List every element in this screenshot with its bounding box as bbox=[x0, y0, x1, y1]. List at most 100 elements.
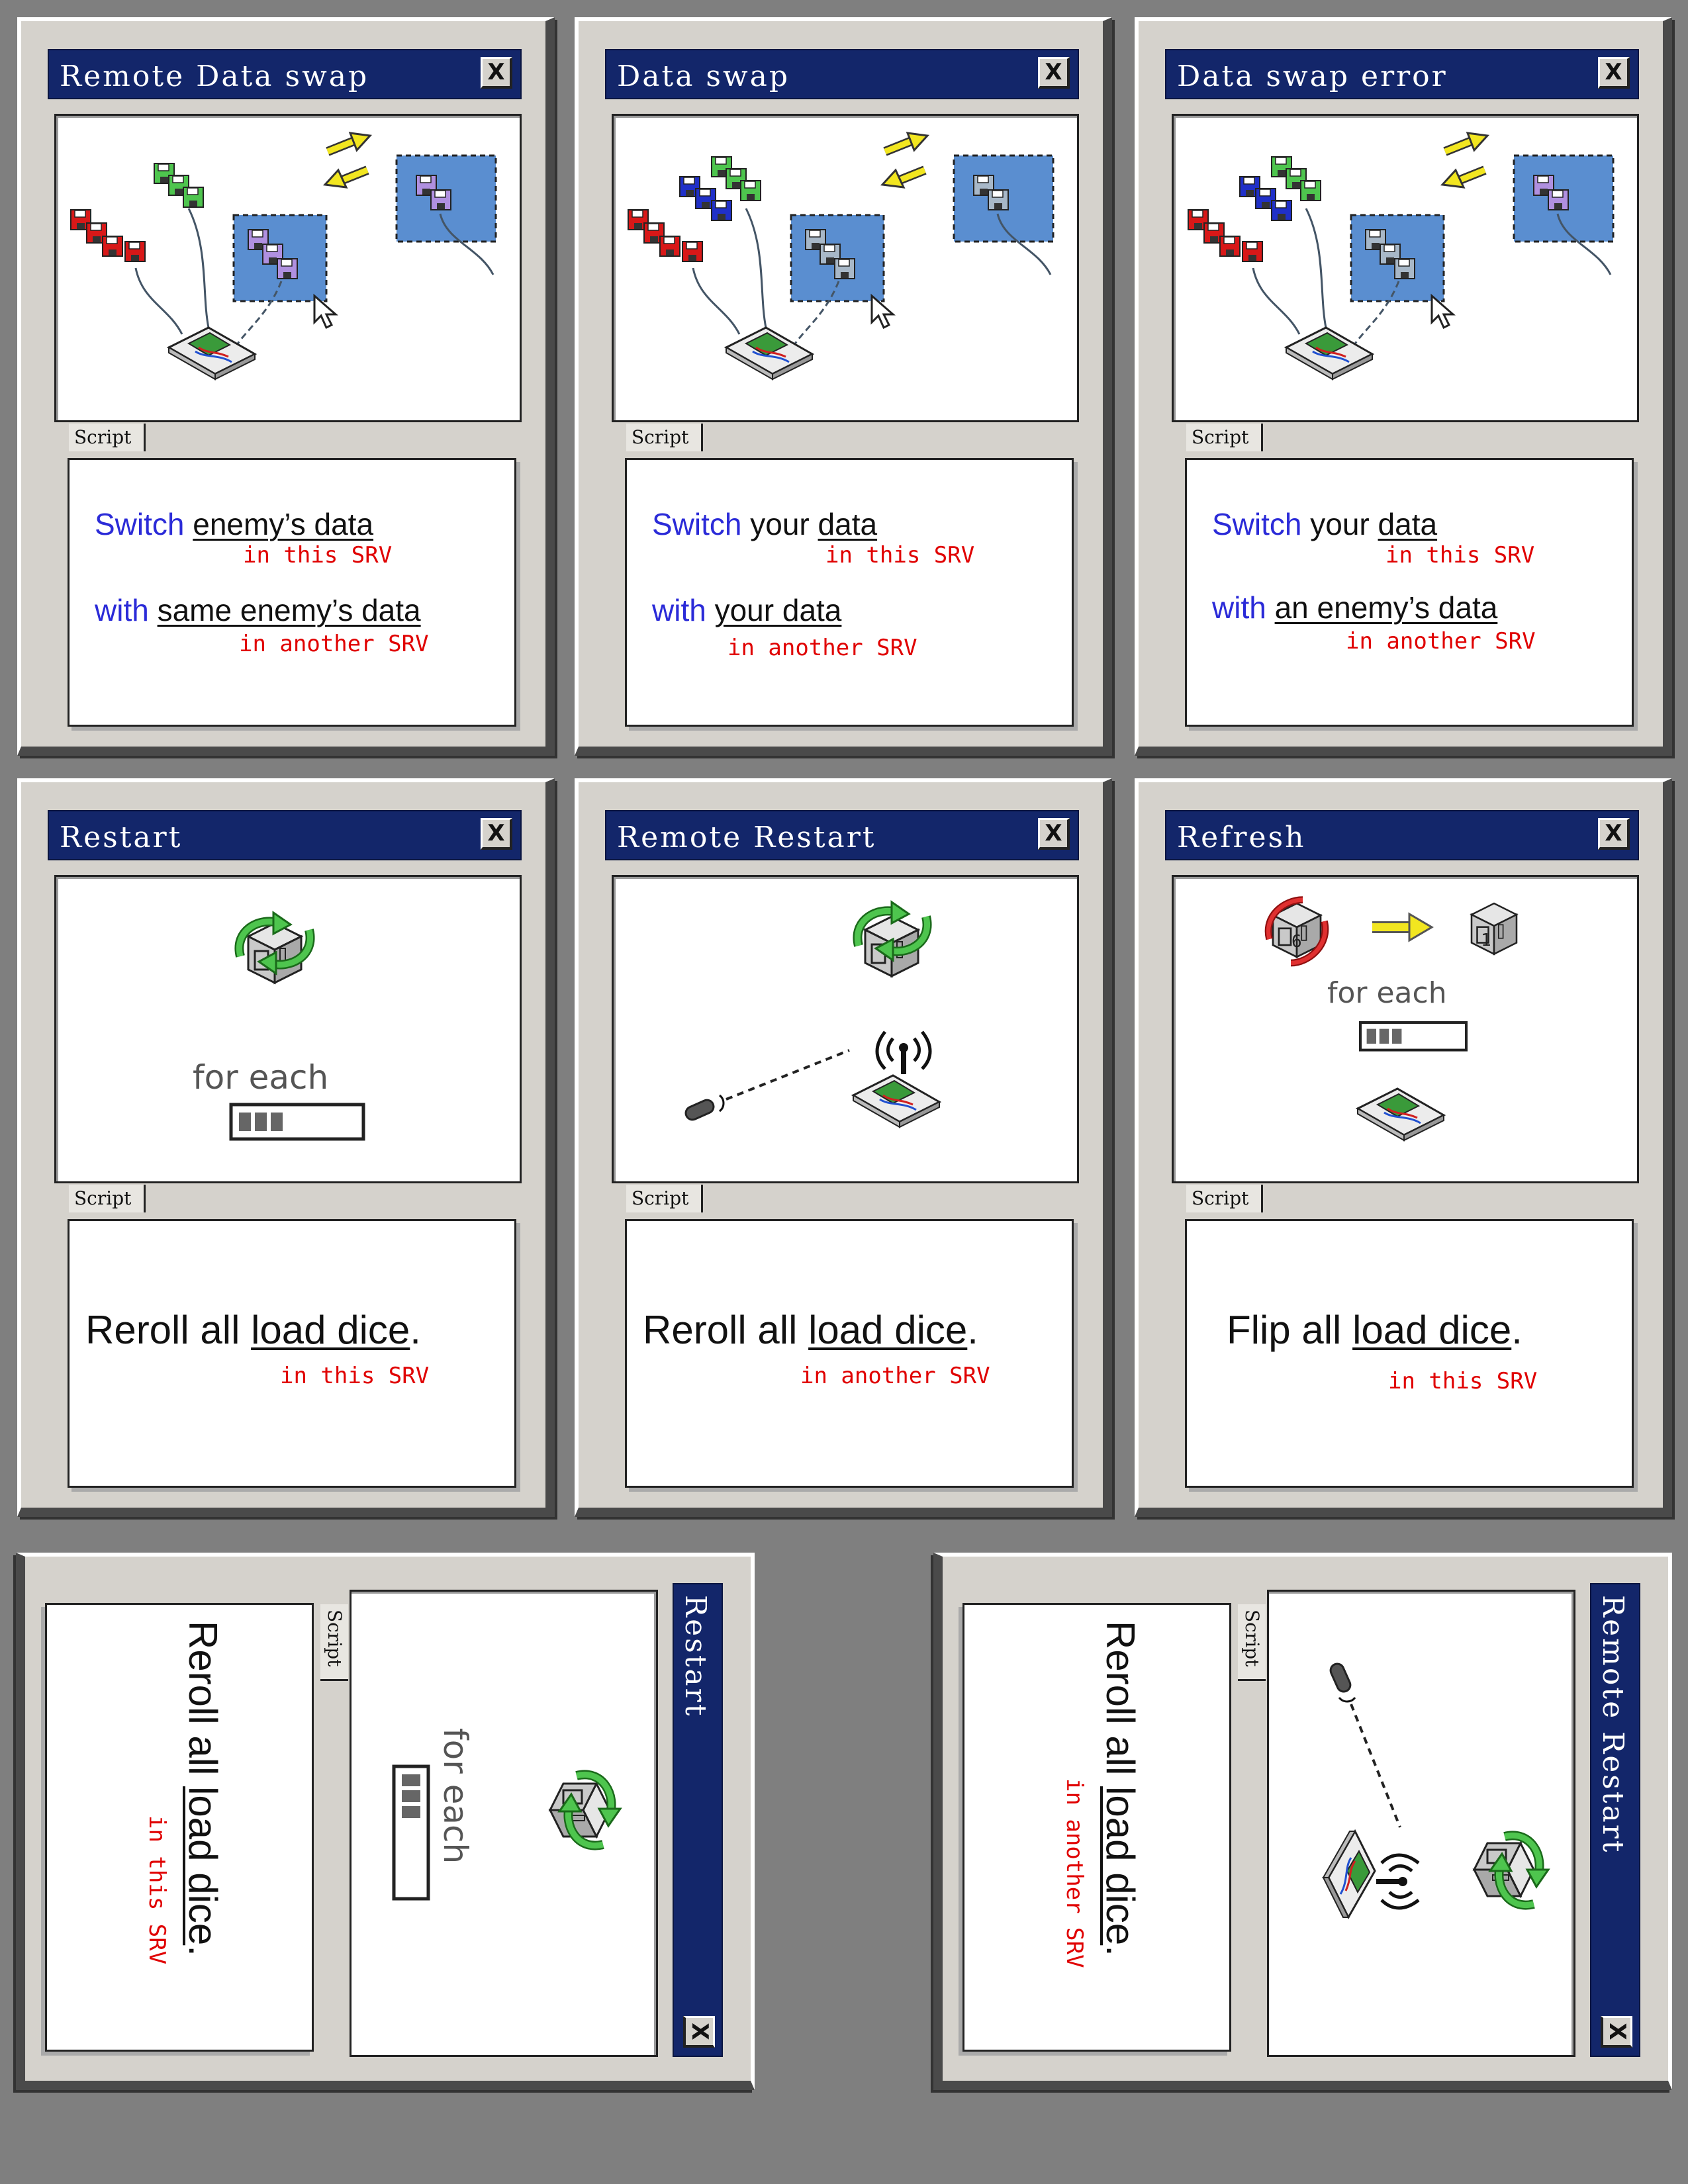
period: . bbox=[967, 1308, 978, 1352]
script-tab: Script bbox=[626, 1185, 703, 1212]
script-line-2: with same enemy’s data bbox=[95, 592, 421, 628]
titlebar: Refresh X bbox=[1165, 810, 1639, 860]
script-tab: Script bbox=[69, 1185, 146, 1212]
object: enemy’s data bbox=[193, 507, 374, 541]
card-remote-restart-rotated[interactable]: Remote Restart X Script Reroll all load … bbox=[933, 1553, 1672, 2090]
titlebar: Remote Restart X bbox=[605, 810, 1079, 860]
card-illustration: for each bbox=[54, 875, 522, 1183]
verb: Reroll all bbox=[85, 1308, 240, 1352]
close-button[interactable]: X bbox=[1598, 57, 1630, 89]
plain-word: your bbox=[750, 507, 810, 541]
card-title: Remote Data swap bbox=[60, 60, 369, 93]
object: your data bbox=[714, 593, 842, 627]
close-button[interactable]: X bbox=[1601, 2016, 1632, 2048]
circuit-board-icon bbox=[1356, 1087, 1445, 1142]
object: load dice bbox=[1352, 1308, 1512, 1352]
keyword: with bbox=[652, 593, 706, 627]
green-floppy-disks-icon bbox=[711, 156, 761, 201]
card-title: Restart bbox=[679, 1595, 712, 1718]
circuit-board-icon bbox=[725, 326, 814, 381]
titlebar: Remote Data swap X bbox=[48, 49, 522, 99]
close-button[interactable]: X bbox=[1038, 57, 1070, 89]
close-button[interactable]: X bbox=[481, 818, 512, 850]
card-illustration bbox=[612, 114, 1079, 422]
script-text: Flip all load dice. in this SRV bbox=[1185, 1219, 1634, 1488]
circuit-board-icon bbox=[1322, 1830, 1376, 1919]
card-title: Refresh bbox=[1177, 821, 1306, 854]
antenna-icon bbox=[877, 1032, 930, 1074]
card-illustration bbox=[612, 875, 1079, 1183]
close-button[interactable]: X bbox=[1598, 818, 1630, 850]
red-floppy-disks-icon bbox=[70, 209, 146, 262]
die-before-value: 6 bbox=[1291, 932, 1302, 952]
blue-floppy-disks-icon bbox=[679, 176, 732, 221]
green-floppy-disks-icon bbox=[154, 163, 204, 208]
card-illustration: 6 1 for each bbox=[1172, 875, 1639, 1183]
red-floppy-disks-icon bbox=[1188, 209, 1263, 262]
die-after-icon bbox=[1470, 902, 1518, 955]
die-after-value: 1 bbox=[1481, 931, 1491, 950]
location-label: in another SRV bbox=[1346, 628, 1536, 655]
verb: Reroll all bbox=[1098, 1621, 1143, 1776]
titlebar: Remote Restart X bbox=[1590, 1583, 1640, 2057]
location-label: in this SRV bbox=[280, 1363, 430, 1389]
card-restart[interactable]: Restart X for each Script Reroll all loa… bbox=[17, 778, 555, 1517]
card-data-swap-error[interactable]: Data swap error X Script Switch your dat… bbox=[1135, 17, 1672, 756]
object: same enemy’s data bbox=[157, 593, 421, 627]
script-line: Reroll all load dice. bbox=[1098, 1621, 1143, 1956]
object: load dice bbox=[181, 1786, 225, 1946]
card-data-swap[interactable]: Data swap X Script Switch your data in t… bbox=[575, 17, 1112, 756]
script-line-1: Switch your data bbox=[652, 506, 877, 542]
location-label: in this SRV bbox=[1385, 542, 1535, 569]
card-restart-rotated[interactable]: Restart X for each Script Reroll all loa… bbox=[16, 1553, 755, 2090]
verb: Flip all bbox=[1227, 1308, 1342, 1352]
progress-bar-icon bbox=[394, 1766, 428, 1899]
swap-arrows-icon bbox=[1442, 133, 1487, 187]
for-each-label: for each bbox=[193, 1058, 329, 1097]
rotated-card-slot-2: Remote Restart X Script Reroll all load … bbox=[933, 1553, 1672, 2090]
location-label: in this SRV bbox=[243, 542, 393, 569]
script-text: Switch your data in this SRV with an ene… bbox=[1185, 458, 1634, 727]
circuit-board-icon bbox=[167, 326, 256, 381]
period: . bbox=[181, 1945, 225, 1956]
script-text: Reroll all load dice. in another SRV bbox=[962, 1603, 1231, 2052]
progress-bar-icon bbox=[231, 1105, 363, 1139]
titlebar: Restart X bbox=[673, 1583, 723, 2057]
script-line-2: with your data bbox=[652, 592, 841, 628]
object: an enemy’s data bbox=[1274, 590, 1498, 625]
remote-icon bbox=[1327, 1661, 1356, 1703]
card-remote-restart[interactable]: Remote Restart X Script Reroll all load … bbox=[575, 778, 1112, 1517]
period: . bbox=[1098, 1945, 1143, 1956]
script-tab: Script bbox=[1186, 424, 1263, 451]
location-label: in another SRV bbox=[1061, 1778, 1088, 1968]
object: data bbox=[818, 507, 878, 541]
period: . bbox=[410, 1308, 421, 1352]
script-line-1: Switch enemy’s data bbox=[95, 506, 373, 542]
close-button[interactable]: X bbox=[1038, 818, 1070, 850]
card-illustration bbox=[54, 114, 522, 422]
circuit-board-icon bbox=[1285, 326, 1374, 381]
object: data bbox=[1378, 507, 1438, 541]
script-tab: Script bbox=[69, 424, 146, 451]
plain-word: your bbox=[1310, 507, 1370, 541]
card-illustration bbox=[1172, 114, 1639, 422]
script-text: Reroll all load dice. in this SRV bbox=[68, 1219, 516, 1488]
for-each-label: for each bbox=[1327, 976, 1447, 1010]
script-tab: Script bbox=[1186, 1185, 1263, 1212]
close-button[interactable]: X bbox=[683, 2016, 715, 2048]
script-line: Reroll all load dice. bbox=[85, 1307, 421, 1353]
script-line-2: with an enemy’s data bbox=[1212, 590, 1497, 625]
swap-arrows-icon bbox=[325, 133, 370, 187]
swap-arrows-icon bbox=[882, 133, 927, 187]
green-floppy-disks-icon bbox=[1271, 156, 1321, 201]
card-illustration bbox=[1267, 1590, 1575, 2057]
rotated-card-slot-1: Restart X for each Script Reroll all loa… bbox=[16, 1553, 755, 2090]
script-text: Reroll all load dice. in this SRV bbox=[45, 1603, 314, 2052]
card-remote-data-swap[interactable]: Remote Data swap X Script Switch enemy’s… bbox=[17, 17, 555, 756]
card-refresh[interactable]: Refresh X 6 1 for each Script Flip all l… bbox=[1135, 778, 1672, 1517]
close-button[interactable]: X bbox=[481, 57, 512, 89]
titlebar: Data swap X bbox=[605, 49, 1079, 99]
card-title: Restart bbox=[60, 821, 183, 854]
script-tab: Script bbox=[1238, 1604, 1266, 1681]
object: load dice bbox=[1098, 1786, 1143, 1946]
